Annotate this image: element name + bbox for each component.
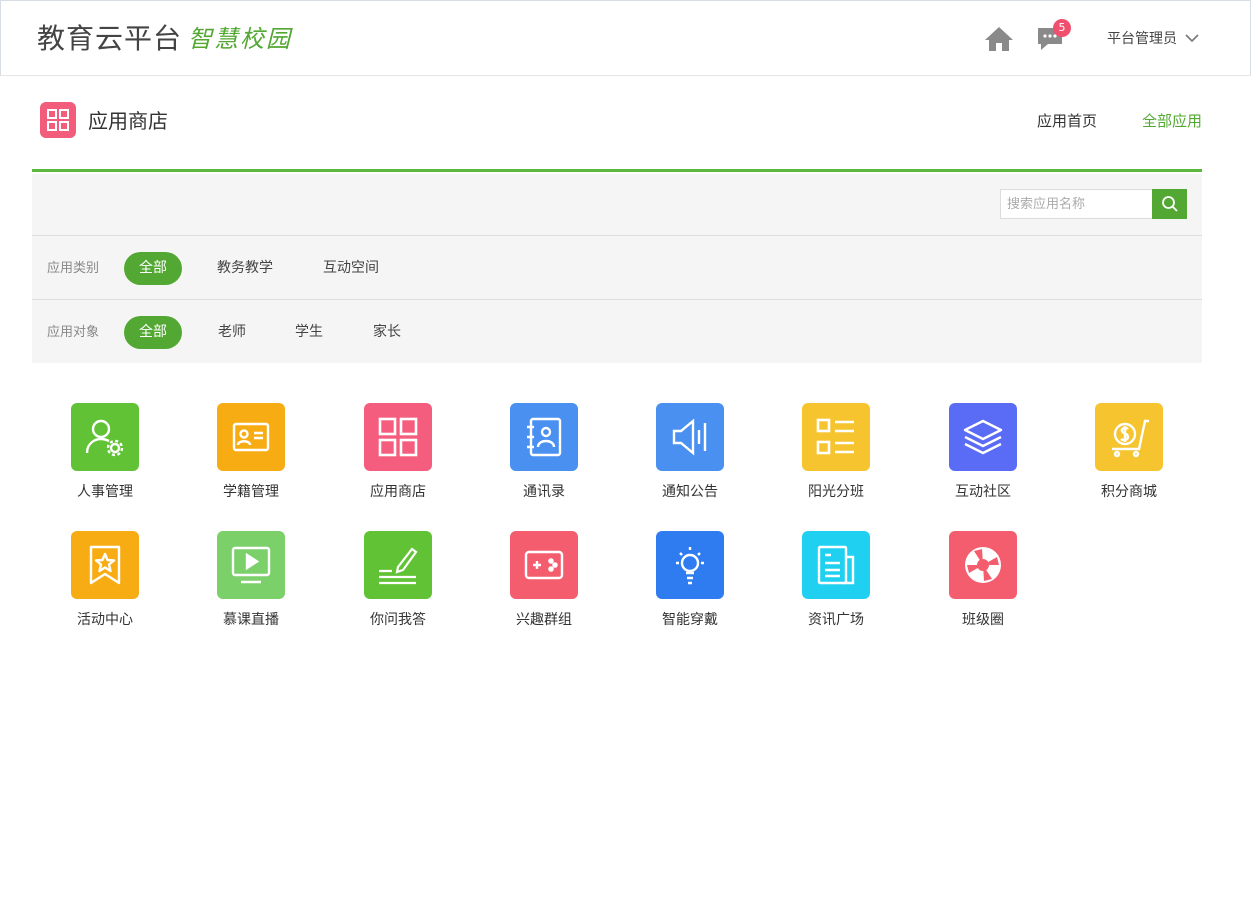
- chevron-down-icon: [1185, 33, 1199, 42]
- app-label: 班级圈: [962, 612, 1004, 628]
- app-tile[interactable]: 你问我答: [338, 531, 458, 641]
- app-tile[interactable]: 智能穿戴: [630, 531, 750, 641]
- search-button[interactable]: [1152, 189, 1187, 219]
- audience-chip-parent[interactable]: 家长: [367, 316, 407, 349]
- app-tile[interactable]: 人事管理: [45, 403, 165, 513]
- app-label: 活动中心: [77, 612, 133, 628]
- app-label: 积分商城: [1101, 484, 1157, 500]
- store-header: 应用商店 应用首页 全部应用: [32, 90, 1202, 172]
- app-label: 阳光分班: [808, 484, 864, 500]
- category-chip-interactive[interactable]: 互动空间: [318, 252, 384, 285]
- user-menu[interactable]: 平台管理员: [1107, 28, 1199, 48]
- nav-app-home[interactable]: 应用首页: [1037, 110, 1097, 132]
- app-tile[interactable]: 阳光分班: [776, 403, 896, 513]
- layers-icon: [949, 403, 1017, 471]
- category-filter-row: 应用类别 全部 教务教学 互动空间: [32, 236, 1202, 300]
- app-label: 你问我答: [370, 612, 426, 628]
- store-grid-icon: [40, 102, 76, 138]
- cart-coin-icon: [1095, 403, 1163, 471]
- user-name: 平台管理员: [1107, 31, 1177, 47]
- grid-icon: [364, 403, 432, 471]
- star-ribbon-icon: [71, 531, 139, 599]
- app-label: 互动社区: [955, 484, 1011, 500]
- app-tile[interactable]: 通讯录: [484, 403, 604, 513]
- filter-panel: 应用类别 全部 教务教学 互动空间 应用对象 全部 老师 学生 家长: [32, 174, 1202, 363]
- app-tile[interactable]: 资讯广场: [776, 531, 896, 641]
- app-tile[interactable]: 活动中心: [45, 531, 165, 641]
- audience-filter-label: 应用对象: [47, 325, 100, 340]
- audience-filter-row: 应用对象 全部 老师 学生 家长: [32, 300, 1202, 364]
- audience-chip-teacher[interactable]: 老师: [212, 316, 252, 349]
- app-tile[interactable]: 学籍管理: [191, 403, 311, 513]
- search-icon: [1161, 196, 1178, 212]
- app-tile[interactable]: 积分商城: [1069, 403, 1189, 513]
- search-input[interactable]: [1000, 189, 1153, 219]
- app-label: 资讯广场: [808, 612, 864, 628]
- message-count-badge: 5: [1053, 19, 1071, 37]
- home-icon[interactable]: [984, 26, 1014, 52]
- app-tile[interactable]: 班级圈: [923, 531, 1043, 641]
- brand-subtitle: 智慧校园: [188, 25, 293, 53]
- app-tile[interactable]: 慕课直播: [191, 531, 311, 641]
- aperture-icon: [949, 531, 1017, 599]
- pen-write-icon: [364, 531, 432, 599]
- bulb-icon: [656, 531, 724, 599]
- app-label: 通讯录: [523, 484, 565, 500]
- user-gear-icon: [71, 403, 139, 471]
- list-icon: [802, 403, 870, 471]
- id-card-icon: [217, 403, 285, 471]
- contact-book-icon: [510, 403, 578, 471]
- category-chip-academic[interactable]: 教务教学: [212, 252, 278, 285]
- audience-chip-student[interactable]: 学生: [289, 316, 329, 349]
- nav-all-apps[interactable]: 全部应用: [1142, 110, 1202, 132]
- category-filter-label: 应用类别: [47, 261, 100, 276]
- app-tile[interactable]: 兴趣群组: [484, 531, 604, 641]
- brand-logo[interactable]: 教育云平台 智慧校园: [37, 21, 292, 57]
- audience-chip-all[interactable]: 全部: [124, 316, 182, 349]
- app-label: 慕课直播: [223, 612, 279, 628]
- app-label: 通知公告: [662, 484, 718, 500]
- app-label: 人事管理: [77, 484, 133, 500]
- app-label: 应用商店: [370, 484, 426, 500]
- app-tile[interactable]: 应用商店: [338, 403, 458, 513]
- search-row: [32, 174, 1202, 236]
- app-tile[interactable]: 互动社区: [923, 403, 1043, 513]
- app-label: 学籍管理: [223, 484, 279, 500]
- page-title: 应用商店: [88, 109, 168, 133]
- brand-title: 教育云平台: [37, 22, 183, 55]
- gamepad-icon: [510, 531, 578, 599]
- app-label: 兴趣群组: [516, 612, 572, 628]
- category-chip-all[interactable]: 全部: [124, 252, 182, 285]
- newspaper-icon: [802, 531, 870, 599]
- app-tile[interactable]: 通知公告: [630, 403, 750, 513]
- play-screen-icon: [217, 531, 285, 599]
- app-label: 智能穿戴: [662, 612, 718, 628]
- megaphone-icon: [656, 403, 724, 471]
